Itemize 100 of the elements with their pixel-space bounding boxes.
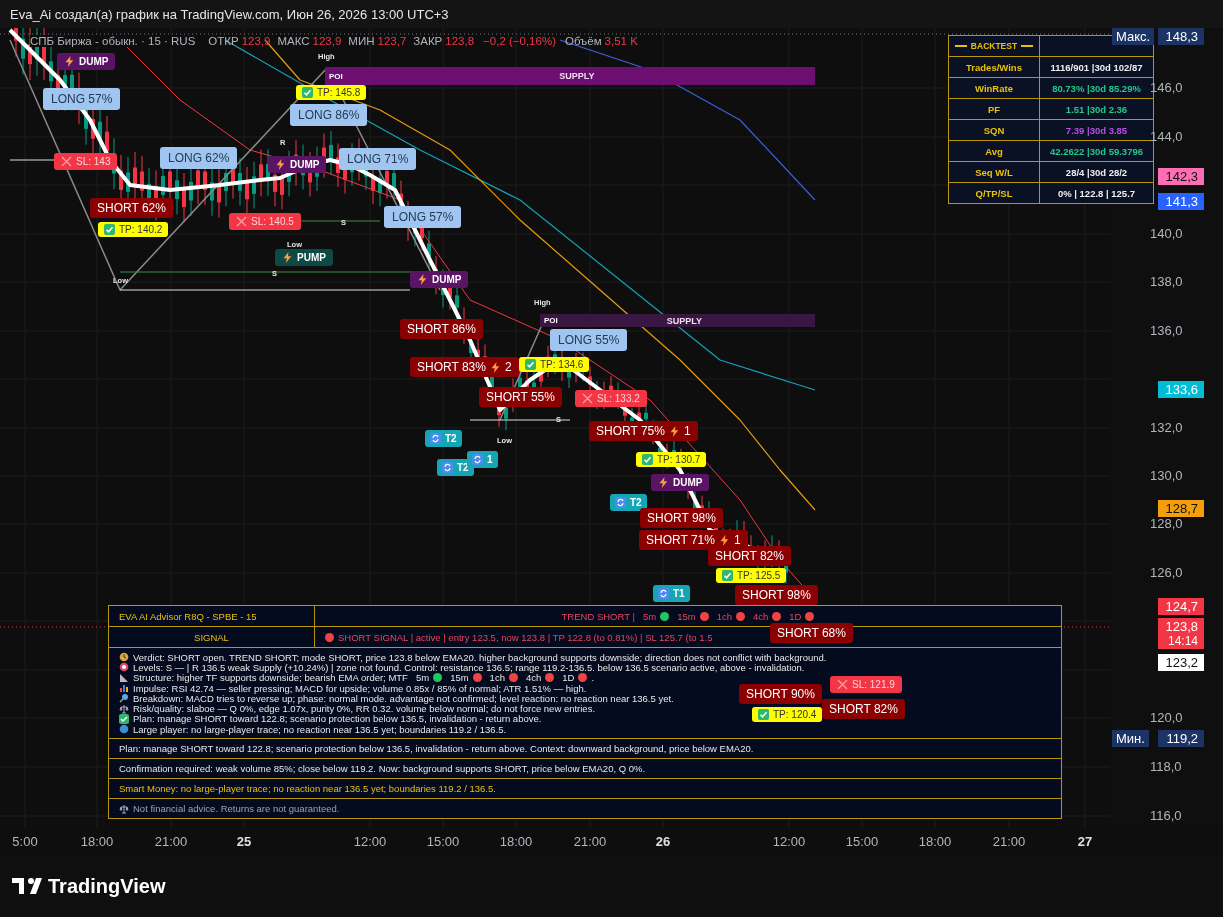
cross-icon — [582, 393, 593, 404]
label-text: TP: 134.6 — [540, 359, 584, 370]
lightning-icon — [668, 425, 680, 437]
level-line — [9, 159, 56, 161]
metric-label: Seq W/L — [949, 162, 1040, 182]
dash-line — [1021, 45, 1034, 47]
checkmark-icon — [525, 359, 536, 370]
signal-count: 2 — [504, 360, 512, 374]
price-tick: 118,0 — [1150, 759, 1182, 774]
label-text: T2 — [457, 462, 469, 473]
smart-money-note: Smart Money: no large-player trace; no reaction near 136.5 yet; boundaries 119.2 / 136.5. — [119, 783, 496, 795]
label-text: TP: 130.7 — [657, 454, 701, 465]
price-tag: 119,2 — [1158, 730, 1204, 747]
metric-value: 0% | 122.8 | 125.7 — [1056, 186, 1137, 201]
label-text: SHORT 82% — [829, 702, 898, 716]
label-text: LONG 55% — [558, 333, 620, 347]
detail-text: Verdict: SHORT open. TREND SHORT; mode SHORT, price 123.8 below EMA20. higher background supports downside; direction does not conflict with background. — [133, 651, 827, 663]
checkmark-icon — [119, 713, 129, 724]
label-text: SHORT 98% — [742, 588, 811, 602]
price-tick: 140,0 — [1150, 226, 1183, 241]
tradingview-logo[interactable]: TradingView — [12, 874, 166, 898]
metric-label: Avg — [949, 141, 1040, 161]
ohlc-value: 123,9 — [241, 35, 271, 47]
price-tag: 141,3 — [1158, 193, 1204, 210]
label-text: DUMP — [673, 477, 703, 488]
metric-value: 7.39 |30d 3.85 — [1064, 123, 1129, 138]
label-text: SHORT 71% — [646, 533, 715, 547]
date-label: 25 — [236, 834, 252, 849]
price-change: −0,2 (−0,16%) — [483, 35, 556, 47]
ohlc-value: 123,8 — [445, 35, 475, 47]
label-text: SL: 143 — [76, 156, 111, 167]
timeframe-label: 15m — [450, 672, 469, 684]
advisor-title: EVA AI Advisor R8Q - SPBE - 15 — [109, 606, 315, 626]
label-text: SHORT 90% — [746, 687, 815, 701]
zone-tag: POI — [329, 71, 343, 81]
label-text: T2 — [630, 497, 642, 508]
checkmark-icon — [642, 454, 653, 465]
time-label: 21:00 — [992, 834, 1026, 849]
price-tag: 123,2 — [1158, 654, 1204, 671]
cross-icon — [61, 156, 72, 167]
lightning-icon — [417, 274, 428, 285]
label-text: LONG 57% — [51, 92, 113, 106]
label-text: TP: 120.4 — [773, 709, 817, 720]
time-label: 12:00 — [772, 834, 806, 849]
label-text: DUMP — [290, 159, 320, 170]
detail-text: . — [591, 672, 595, 684]
signal-label: SIGNAL — [109, 627, 315, 647]
label-text: LONG 57% — [392, 210, 454, 224]
window-title: Eva_Ai создал(а) график на TradingView.com, Июн 26, 2026 13:00 UTC+3 — [10, 6, 449, 22]
time-label: 15:00 — [426, 834, 460, 849]
metric-label: WinRate — [949, 78, 1040, 98]
detail-text: Large player: no large-player trace; no reaction near 136.5 yet; boundaries 119.2 / 136.5. — [133, 723, 507, 735]
time-label: 18:00 — [918, 834, 952, 849]
disclaimer-text: Not financial advice. Returns are not guaranteed. — [133, 803, 340, 815]
label-text: DUMP — [432, 274, 462, 285]
price-tag: 128,7 — [1158, 500, 1204, 517]
label-text: 1 — [487, 454, 493, 465]
metric-value: 1116/901 |30d 102/87 — [1049, 60, 1144, 75]
ohlc-value: 123,7 — [377, 35, 407, 47]
metric-value: 1.51 |30d 2.36 — [1064, 102, 1129, 117]
lightning-icon — [282, 252, 293, 263]
metric-value: 80.73% |30d 85.29% — [1051, 81, 1142, 96]
label-text: TP: 145.8 — [317, 87, 361, 98]
timeframe-label: 4ch — [752, 610, 769, 622]
brand-name: TradingView — [48, 874, 166, 898]
label-text: SHORT 55% — [486, 390, 555, 404]
timeframe-label: 5m — [415, 672, 430, 684]
price-tick: 120,0 — [1150, 710, 1183, 725]
ohlc-label: МИН — [348, 35, 375, 47]
label-text: SHORT 68% — [777, 626, 846, 640]
price-tick: 132,0 — [1150, 420, 1183, 435]
checkmark-icon — [104, 224, 115, 235]
timeframe-label: 1D — [562, 672, 575, 684]
label-text: SL: 133.2 — [597, 393, 640, 404]
date-label: 27 — [1077, 834, 1093, 849]
label-text: SHORT 98% — [647, 511, 716, 525]
price-tick: 138,0 — [1150, 274, 1183, 289]
label-text: SHORT 86% — [407, 322, 476, 336]
price-tick: 126,0 — [1150, 565, 1183, 580]
timeframe-label: 15m — [677, 610, 696, 622]
time-label: 21:00 — [154, 834, 188, 849]
label-text: SHORT 82% — [715, 549, 784, 563]
label-text: LONG 62% — [168, 151, 230, 165]
price-tag: 123,8 14:14 — [1158, 618, 1204, 649]
timeframe-label: 1D — [789, 610, 802, 622]
date-label: 26 — [655, 834, 671, 849]
cross-icon — [837, 679, 848, 690]
dash-line — [954, 45, 967, 47]
time-label: 18:00 — [499, 834, 533, 849]
lightning-icon — [64, 56, 75, 67]
label-text: T1 — [673, 588, 685, 599]
refresh-icon — [658, 588, 669, 599]
signal-count: 1 — [733, 533, 741, 547]
zone-tag: POI — [544, 316, 558, 325]
scales-icon — [119, 703, 129, 714]
price-tag: 124,7 — [1158, 598, 1204, 615]
lightning-icon — [275, 159, 286, 170]
time-label: 5:00 — [12, 834, 38, 849]
zone-label: SUPPLY — [558, 71, 596, 81]
ohlc-value: 123,9 — [312, 35, 342, 47]
